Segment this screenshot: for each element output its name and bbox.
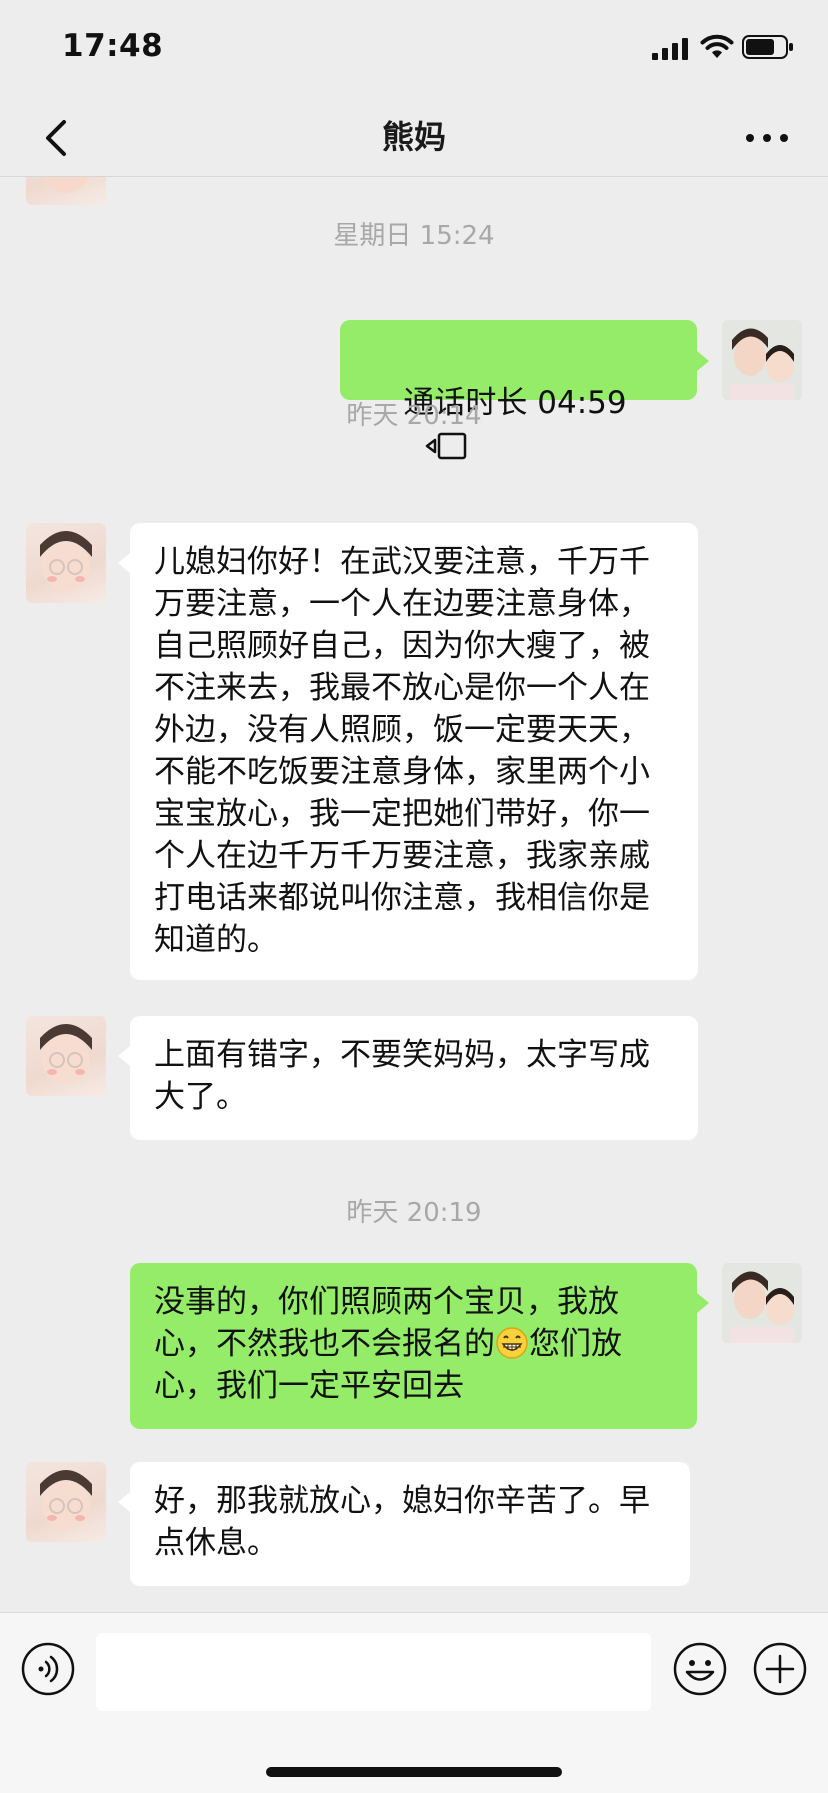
status-bar: 17:48 — [0, 0, 828, 100]
baby-avatar-icon — [40, 1470, 92, 1530]
message-bubble[interactable]: 没事的，你们照顾两个宝贝，我放心，不然我也不会报名的 您们放心，我们一定平安回去 — [130, 1263, 697, 1429]
plus-icon[interactable] — [752, 1641, 808, 1697]
contact-avatar[interactable] — [26, 523, 106, 603]
grinning-face-emoji — [496, 1327, 528, 1359]
more-icon[interactable] — [742, 120, 792, 156]
nav-bar: 熊妈 — [0, 100, 828, 177]
input-bar — [0, 1612, 828, 1793]
bubble-tail — [697, 351, 709, 371]
video-call-icon — [426, 432, 467, 460]
message-bubble[interactable]: 儿媳妇你好！在武汉要注意，千万千万要注意，一个人在边要注意身体，自己照顾好自己，… — [130, 523, 698, 980]
message-input[interactable] — [96, 1633, 651, 1711]
baby-avatar-icon — [40, 1024, 92, 1084]
my-avatar[interactable] — [722, 320, 802, 400]
timestamp: 星期日 15:24 — [333, 221, 495, 251]
contact-avatar[interactable] — [26, 1016, 106, 1096]
message-bubble[interactable]: 好，那我就放心，媳妇你辛苦了。早点休息。 — [130, 1462, 690, 1586]
wifi-icon — [700, 34, 734, 58]
contact-avatar[interactable] — [26, 1462, 106, 1542]
status-time: 17:48 — [62, 28, 164, 64]
battery-icon — [742, 35, 793, 59]
emoji-icon[interactable] — [672, 1641, 728, 1697]
bubble-tail — [118, 553, 130, 573]
mother-daughter-avatar-icon — [722, 320, 802, 400]
home-indicator[interactable] — [266, 1767, 562, 1777]
baby-avatar-icon — [43, 177, 89, 193]
bubble-tail — [118, 1046, 130, 1066]
timestamp: 昨天 20:14 — [346, 401, 482, 431]
my-avatar[interactable] — [722, 1263, 802, 1343]
contact-avatar[interactable] — [26, 177, 106, 205]
chat-title: 熊妈 — [381, 118, 446, 156]
bubble-tail — [697, 1293, 709, 1313]
baby-avatar-icon — [40, 531, 92, 591]
bubble-tail — [118, 1492, 130, 1512]
call-record-bubble[interactable]: 通话时长 04:59 — [340, 320, 697, 460]
timestamp: 昨天 20:19 — [346, 1198, 482, 1228]
voice-icon[interactable] — [20, 1641, 76, 1697]
mother-daughter-avatar-icon — [722, 1263, 802, 1343]
message-bubble[interactable]: 上面有错字，不要笑妈妈，太字写成大了。 — [130, 1016, 698, 1140]
chat-message-list[interactable]: 星期日 15:24 通话时长 04:59 昨天 20:14 儿媳妇你好！在武汉要… — [0, 177, 828, 1612]
signal-icon — [652, 38, 688, 60]
